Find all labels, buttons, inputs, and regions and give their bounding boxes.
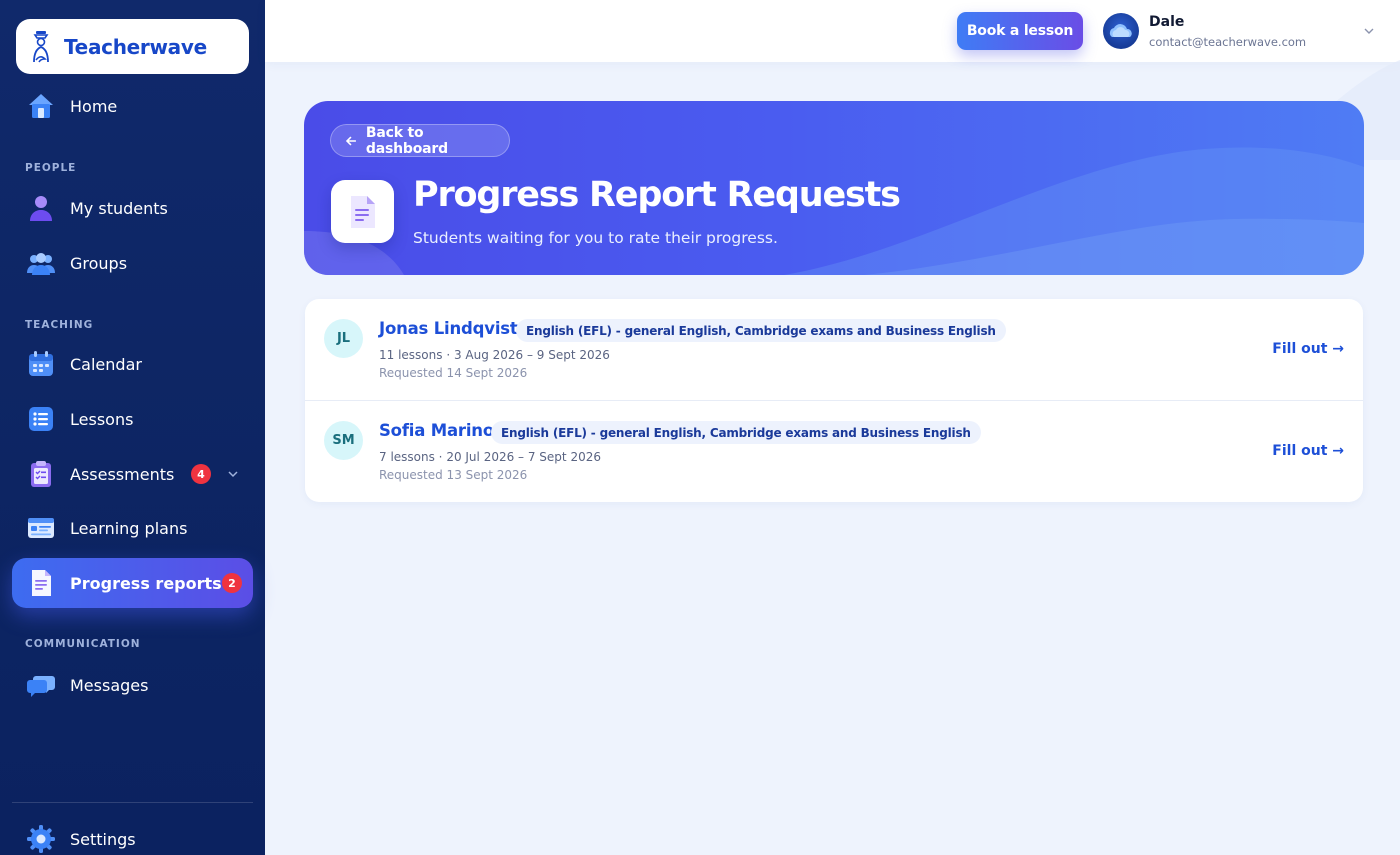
sidebar-item-calendar[interactable]: Calendar [12,339,253,389]
progress-reports-count-badge: 2 [222,573,242,593]
avatar [1103,13,1139,49]
sidebar-item-groups[interactable]: Groups [12,238,253,288]
page-hero-banner: Back to dashboard Progress Report Reques… [304,101,1364,275]
course-tag: English (EFL) - general English, Cambrid… [516,319,1006,342]
lesson-summary: 7 lessons · 20 Jul 2026 – 7 Sept 2026 [379,450,601,464]
sidebar-item-my-students[interactable]: My students [12,183,253,233]
brand-logo[interactable]: Teacherwave [16,19,249,74]
list-icon [29,407,53,431]
sidebar: Teacherwave Home PEOPLE My students Grou… [0,0,265,855]
calendar-icon [29,351,53,376]
page-title: Progress Report Requests [413,175,901,215]
chevron-down-icon[interactable] [227,468,239,480]
back-to-dashboard-button[interactable]: Back to dashboard [330,124,510,157]
chat-bubbles-icon [27,676,55,697]
learning-plan-icon [28,518,54,538]
sidebar-item-label: Settings [70,829,136,849]
document-icon [32,570,51,596]
fill-out-link[interactable]: Fill out → [1272,341,1344,357]
section-label-teaching: TEACHING [25,319,94,331]
arrow-left-icon [345,135,356,146]
cloud-avatar-icon [1109,24,1132,37]
back-to-dashboard-label: Back to dashboard [365,124,448,157]
lesson-summary: 11 lessons · 3 Aug 2026 – 9 Sept 2026 [379,348,610,362]
section-label-people: PEOPLE [25,162,77,174]
student-name-link[interactable]: Jonas Lindqvist [379,319,518,338]
sidebar-item-messages[interactable]: Messages [12,660,253,710]
list-item: JL Jonas Lindqvist English (EFL) - gener… [305,299,1363,400]
student-name-link[interactable]: Sofia Marino [379,421,494,440]
groups-icon [27,253,55,275]
sidebar-item-label: My students [70,198,168,218]
home-icon [29,94,53,118]
sidebar-item-label: Messages [70,675,149,695]
brand-name: Teacherwave [64,34,207,59]
section-label-communication: COMMUNICATION [25,638,141,650]
assessments-count-badge: 4 [191,464,211,484]
sidebar-item-assessments[interactable]: Assessments 4 [12,449,253,499]
student-icon [30,196,52,221]
student-avatar: SM [324,421,363,460]
list-item: SM Sofia Marino English (EFL) - general … [305,400,1363,501]
sidebar-item-label: Assessments [70,464,175,484]
sidebar-item-progress-reports[interactable]: Progress reports 2 [12,558,253,608]
sidebar-item-home[interactable]: Home [12,81,253,131]
gear-icon [27,825,55,853]
hero-icon-tile [331,180,394,243]
chevron-down-icon[interactable] [1363,25,1375,37]
sidebar-item-label: Groups [70,253,128,273]
sidebar-item-label: Learning plans [70,518,188,538]
student-avatar: JL [324,319,363,358]
sidebar-divider [12,802,253,803]
document-icon [350,195,375,228]
sidebar-item-label: Calendar [70,354,142,374]
sidebar-item-settings[interactable]: Settings [12,814,253,855]
teacher-logo-icon [33,30,49,62]
progress-request-list: JL Jonas Lindqvist English (EFL) - gener… [305,299,1363,502]
fill-out-link[interactable]: Fill out → [1272,443,1344,459]
requested-date: Requested 14 Sept 2026 [379,366,528,380]
sidebar-item-label: Progress reports [70,573,222,593]
user-name: Dale [1149,14,1185,30]
course-tag: English (EFL) - general English, Cambrid… [491,421,981,444]
book-lesson-button[interactable]: Book a lesson [957,12,1083,50]
sidebar-item-label: Lessons [70,409,134,429]
sidebar-item-lessons[interactable]: Lessons [12,394,253,444]
requested-date: Requested 13 Sept 2026 [379,468,528,482]
sidebar-item-label: Home [70,96,118,116]
page-subtitle: Students waiting for you to rate their p… [413,229,778,247]
sidebar-item-learning-plans[interactable]: Learning plans [12,503,253,553]
clipboard-icon [31,461,51,487]
